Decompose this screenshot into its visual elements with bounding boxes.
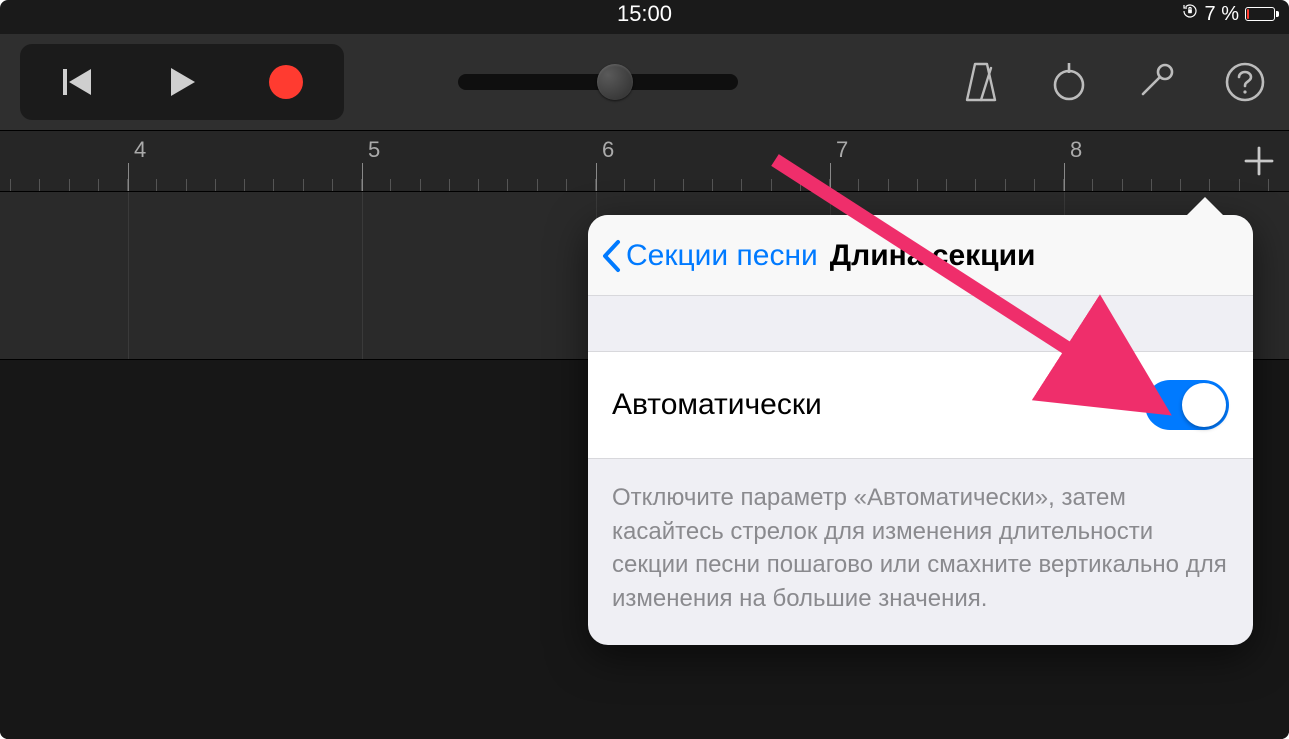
scrub-slider[interactable] [458,74,738,90]
settings-button[interactable] [1133,58,1181,106]
timeline-ruler[interactable]: 4 5 6 7 8 [0,130,1289,192]
auto-toggle[interactable] [1145,380,1229,430]
back-button[interactable]: Секции песни [600,239,818,273]
record-button[interactable] [234,50,338,114]
ruler-number: 7 [836,137,848,163]
status-time: 15:00 [434,1,854,27]
add-section-button[interactable] [1235,137,1283,185]
back-label: Секции песни [626,239,818,273]
ruler-number: 8 [1070,137,1082,163]
orientation-lock-icon [1181,2,1199,26]
status-bar: 15:00 7 % [0,0,1289,28]
auto-label: Автоматически [612,388,822,422]
help-button[interactable] [1221,58,1269,106]
play-button[interactable] [130,50,234,114]
rewind-button[interactable] [26,50,130,114]
toolbar [0,34,1289,130]
app-window: 15:00 7 % [0,0,1289,739]
battery-percentage: 7 % [1205,3,1239,26]
loop-button[interactable] [1045,58,1093,106]
toggle-knob [1182,383,1226,427]
popover-hint: Отключите параметр «Автоматически», зате… [588,459,1253,645]
auto-row: Автоматически [588,352,1253,459]
popover-header: Секции песни Длина секции [588,215,1253,296]
ruler-number: 5 [368,137,380,163]
popover-title: Длина секции [830,239,1036,273]
transport-controls [20,44,344,120]
ruler-number: 4 [134,137,146,163]
section-length-popover: Секции песни Длина секции Автоматически … [588,215,1253,645]
metronome-button[interactable] [957,58,1005,106]
scrub-knob[interactable] [597,64,633,100]
record-icon [269,65,303,99]
ruler-number: 6 [602,137,614,163]
battery-icon [1245,7,1275,21]
